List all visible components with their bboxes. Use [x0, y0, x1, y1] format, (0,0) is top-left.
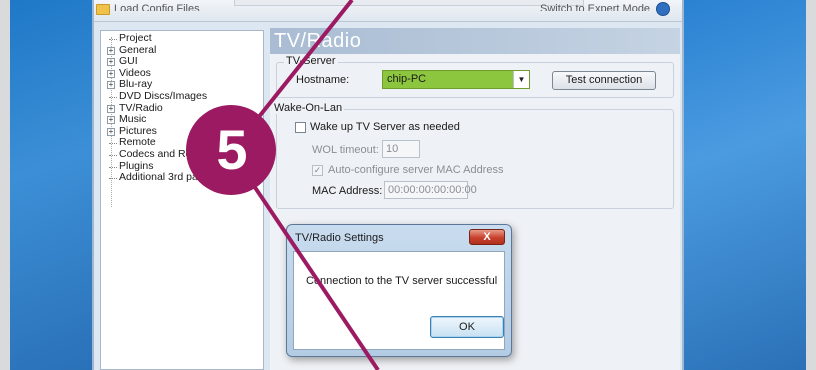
- close-icon[interactable]: X: [469, 229, 505, 245]
- dialog-title: TV/Radio Settings: [295, 232, 384, 244]
- tree-item-label: DVD Discs/Images: [119, 89, 208, 102]
- expand-icon[interactable]: +: [107, 127, 115, 136]
- auto-configure-checkbox[interactable]: ✓: [312, 165, 323, 176]
- settings-tree: Project + General + GUI + Videos + Blu-r…: [100, 30, 264, 370]
- hostname-combobox[interactable]: chip-PC ▼: [382, 70, 530, 89]
- tree-item-label: GUI: [119, 55, 138, 68]
- load-config-link[interactable]: Load Config Files: [114, 3, 204, 11]
- desktop-background-left: [0, 0, 92, 370]
- dialog-message: Connection to the TV server successful: [306, 275, 498, 287]
- mac-address-field[interactable]: 00:00:00:00:00:00: [384, 181, 477, 199]
- tree-connector: [109, 39, 117, 40]
- expand-icon[interactable]: +: [107, 46, 115, 55]
- expand-icon[interactable]: +: [107, 116, 115, 125]
- ok-button[interactable]: OK: [430, 316, 504, 338]
- tree-item-label: Blu-ray: [119, 78, 153, 91]
- folder-icon[interactable]: [96, 4, 110, 15]
- test-connection-button[interactable]: Test connection: [552, 71, 656, 90]
- hostname-value: chip-PC: [387, 73, 427, 85]
- tree-item-label: Remote: [119, 136, 156, 149]
- hostname-label: Hostname:: [296, 74, 350, 86]
- toolbar-strip: [234, 0, 584, 6]
- expand-icon[interactable]: +: [107, 104, 115, 113]
- help-icon[interactable]: [656, 2, 670, 16]
- tree-item-label: Videos: [119, 66, 151, 79]
- dialog-body: Connection to the TV server successful O…: [293, 251, 505, 350]
- tree-connector: [109, 178, 117, 180]
- wake-on-lan-legend: Wake-On-Lan: [272, 102, 345, 114]
- tv-server-legend: TV-Server: [284, 55, 338, 67]
- tree-item-label: Project: [119, 32, 152, 44]
- wol-timeout-field[interactable]: 10: [382, 140, 420, 158]
- tree-connector: [109, 96, 117, 98]
- tree-item-label: Plugins: [119, 159, 154, 172]
- tree-item-label: Pictures: [119, 124, 157, 137]
- expand-icon[interactable]: +: [107, 81, 115, 90]
- window-toolbar: Load Config Files Switch to Expert Mode: [94, 0, 682, 22]
- expand-icon[interactable]: +: [107, 58, 115, 67]
- tv-radio-settings-dialog: TV/Radio Settings X Connection to the TV…: [286, 224, 512, 357]
- auto-configure-label: Auto-configure server MAC Address: [328, 164, 504, 176]
- wol-timeout-label: WOL timeout:: [312, 144, 379, 156]
- tree-item-label: Music: [119, 113, 147, 126]
- mac-address-label: MAC Address:: [312, 185, 383, 197]
- expert-mode-link[interactable]: Switch to Expert Mode: [540, 3, 650, 11]
- tree-item-label: General: [119, 43, 157, 56]
- tree-item-label: TV/Radio: [119, 101, 163, 114]
- tree-connector: [109, 154, 117, 156]
- chevron-down-icon[interactable]: ▼: [513, 71, 529, 88]
- expand-icon[interactable]: +: [107, 69, 115, 78]
- wake-up-label: Wake up TV Server as needed: [310, 121, 460, 133]
- step-number-badge: 5: [186, 105, 276, 195]
- page-title: TV/Radio: [270, 28, 680, 54]
- tree-connector: [109, 143, 117, 145]
- wake-up-checkbox[interactable]: [295, 122, 306, 133]
- tree-connector: [109, 166, 117, 168]
- desktop-background-right: [684, 0, 816, 370]
